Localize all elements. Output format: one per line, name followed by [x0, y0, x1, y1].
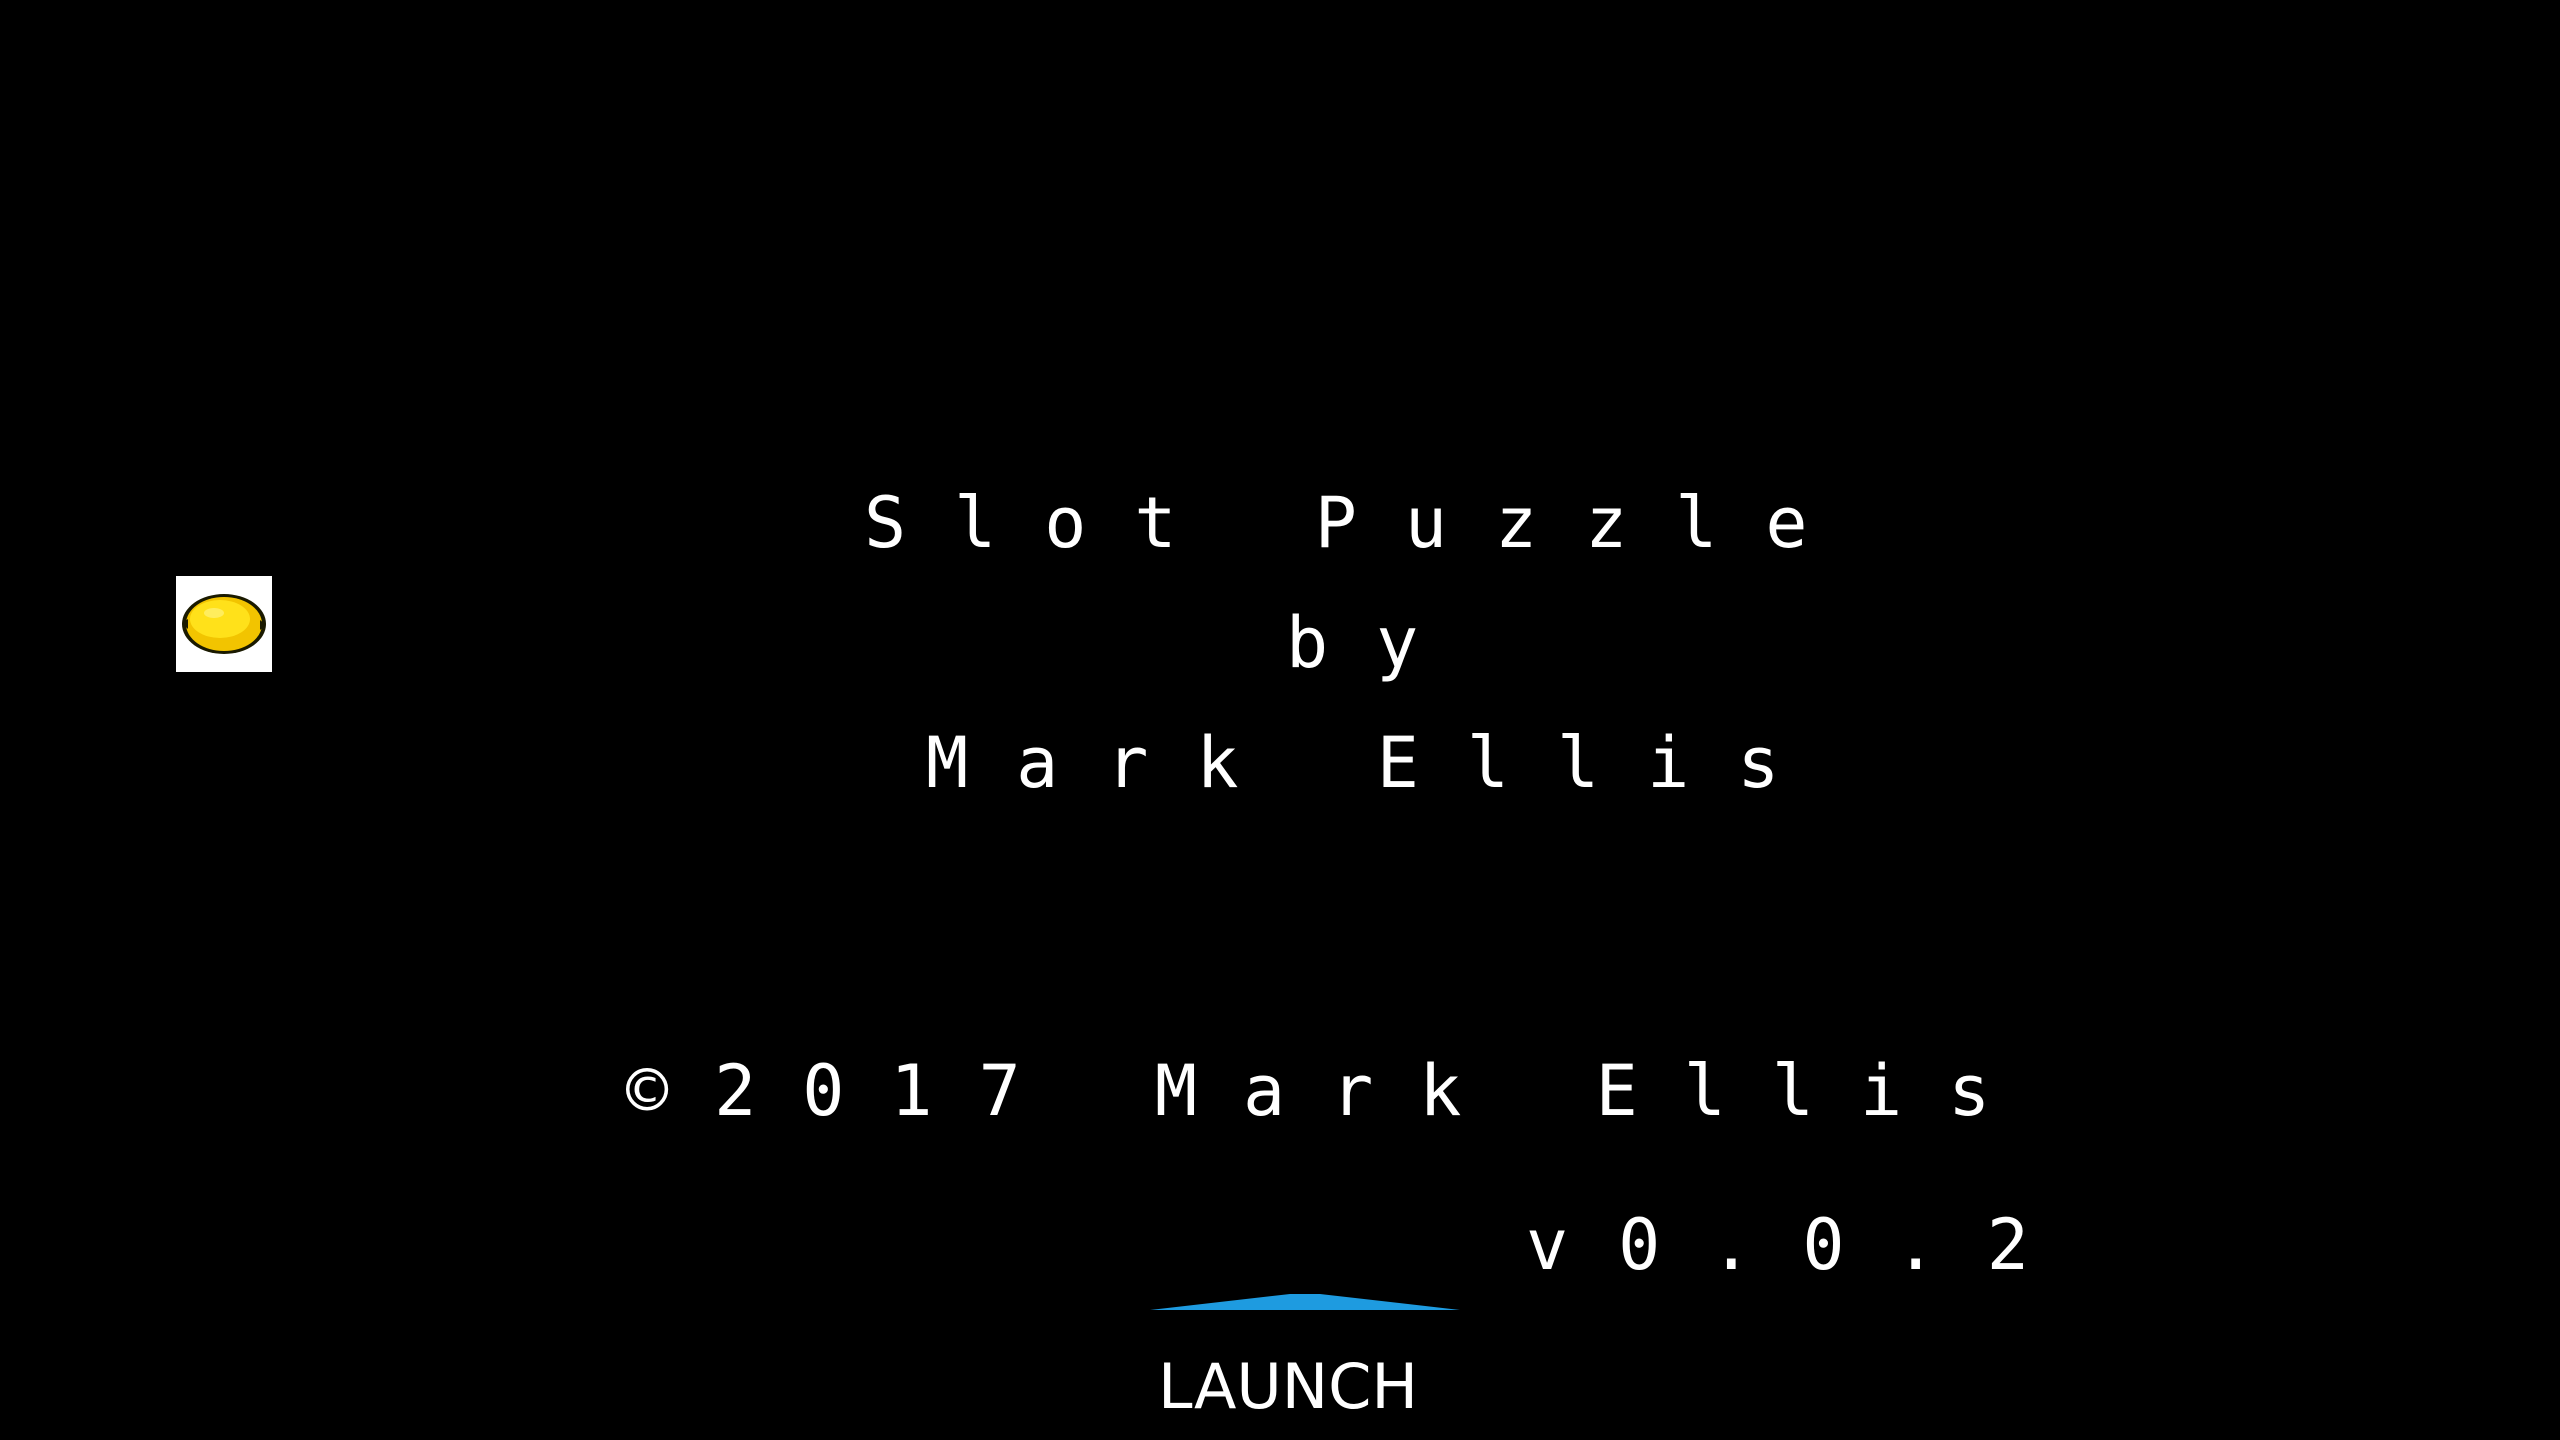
byline: by: [1286, 602, 1467, 684]
game-title: Slot Puzzle: [864, 482, 1856, 564]
lemon-icon: [182, 594, 266, 654]
launch-label: LAUNCH: [1158, 1350, 1419, 1423]
version-label: v0.0.2: [1526, 1204, 2079, 1286]
author-name: Mark Ellis: [926, 722, 1828, 804]
launch-button[interactable]: LAUNCH: [1150, 1290, 1460, 1440]
launch-tab-indicator: [1150, 1294, 1460, 1310]
lemon-tile: [176, 576, 272, 672]
splash-screen: Slot Puzzle by Mark Ellis ©2017 Mark Ell…: [0, 0, 2560, 1440]
copyright-notice: ©2017 Mark Ellis: [626, 1050, 2037, 1132]
